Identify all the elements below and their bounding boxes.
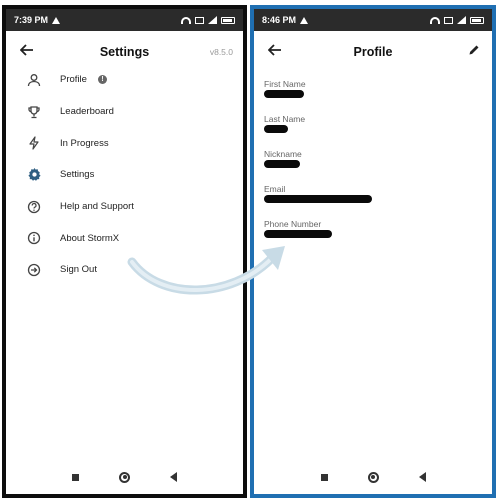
edit-pencil-icon[interactable] — [464, 40, 484, 60]
profile-alert-badge: ! — [98, 75, 107, 85]
menu-item-settings[interactable]: Settings — [6, 159, 243, 191]
battery-icon — [470, 16, 484, 24]
menu-item-label: Sign Out — [60, 264, 97, 276]
gear-icon — [26, 167, 42, 183]
person-icon — [26, 72, 42, 88]
signal-icon — [208, 16, 217, 24]
lightning-icon — [26, 135, 42, 151]
field-label: Last Name — [264, 114, 306, 124]
trophy-icon — [26, 104, 42, 120]
field-label: Email — [264, 184, 286, 194]
menu-item-label: About StormX — [60, 232, 120, 244]
field-nickname[interactable]: Nickname — [264, 149, 482, 184]
info-icon — [26, 230, 42, 246]
help-icon — [26, 199, 42, 215]
menu-item-label: Profile — [60, 74, 87, 86]
page-title: Settings — [99, 45, 150, 59]
menu-item-leaderboard[interactable]: Leaderboard — [6, 96, 243, 128]
menu-item-in-progress[interactable]: In Progress — [6, 127, 243, 159]
signal-icon — [457, 16, 466, 24]
system-nav-bar — [6, 466, 243, 488]
status-time: 7:39 PM — [14, 15, 49, 25]
profile-fields: First Name Last Name Nickname Email Phon… — [264, 79, 482, 254]
version-label: v8.5.0 — [209, 47, 233, 57]
redacted-value — [264, 125, 288, 133]
redacted-value — [264, 90, 304, 98]
app-bar: Profile — [254, 31, 492, 71]
settings-screen: 7:39 PM Settings v8.5.0 Profile ! Leader… — [2, 5, 247, 498]
menu-item-label: Settings — [60, 169, 95, 181]
home-icon[interactable] — [367, 471, 379, 483]
field-label: First Name — [264, 79, 306, 89]
menu-item-sign-out[interactable]: Sign Out — [6, 254, 243, 286]
menu-item-label: In Progress — [60, 137, 109, 149]
alert-icon — [300, 16, 309, 24]
field-label: Phone Number — [264, 219, 322, 229]
field-email[interactable]: Email — [264, 184, 482, 219]
menu-item-help[interactable]: Help and Support — [6, 191, 243, 223]
sim-icon — [195, 16, 204, 24]
alert-icon — [52, 16, 61, 24]
battery-icon — [221, 16, 235, 24]
status-bar: 7:39 PM — [6, 9, 243, 31]
profile-screen: 8:46 PM Profile First Name Last Name Nic… — [250, 5, 496, 498]
nav-back-icon[interactable] — [170, 472, 177, 482]
field-last-name[interactable]: Last Name — [264, 114, 482, 149]
sign-out-icon — [26, 262, 42, 278]
settings-menu: Profile ! Leaderboard In Progress Settin… — [6, 64, 243, 286]
redacted-value — [264, 195, 372, 203]
sim-icon — [444, 16, 453, 24]
redacted-value — [264, 230, 332, 238]
menu-item-about[interactable]: About StormX — [6, 222, 243, 254]
menu-item-profile[interactable]: Profile ! — [6, 64, 243, 96]
menu-item-label: Leaderboard — [60, 106, 114, 118]
home-icon[interactable] — [119, 471, 130, 483]
status-bar: 8:46 PM — [254, 9, 492, 31]
field-first-name[interactable]: First Name — [264, 79, 482, 114]
wifi-icon — [181, 16, 191, 24]
menu-item-label: Help and Support — [60, 201, 134, 213]
field-label: Nickname — [264, 149, 302, 159]
wifi-icon — [430, 16, 440, 24]
page-title: Profile — [353, 45, 393, 59]
recents-icon[interactable] — [320, 473, 328, 481]
nav-back-icon[interactable] — [418, 472, 426, 482]
redacted-value — [264, 160, 300, 168]
system-nav-bar — [254, 466, 492, 488]
status-time: 8:46 PM — [262, 15, 297, 25]
field-phone-number[interactable]: Phone Number — [264, 219, 482, 254]
recents-icon[interactable] — [72, 473, 79, 481]
